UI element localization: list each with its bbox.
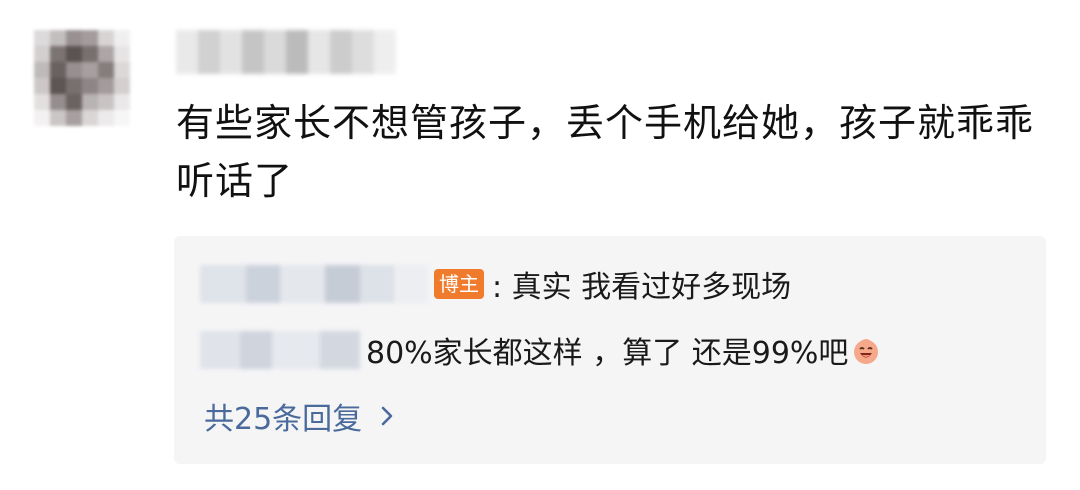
username-blurred[interactable]	[176, 30, 396, 74]
reply-author-blurred[interactable]	[200, 265, 428, 303]
laughing-face-icon	[854, 339, 879, 364]
comment-text: 有些家长不想管孩子，丢个手机给她，孩子就乖乖听话了	[176, 101, 1035, 203]
reply-item[interactable]: 80%家长都这样 ，算了 还是99%吧	[200, 328, 882, 372]
chevron-right-icon	[381, 406, 393, 426]
author-badge: 博主	[434, 269, 484, 299]
more-replies-label[interactable]: 共25条回复	[204, 394, 362, 438]
avatar[interactable]	[34, 30, 130, 126]
reply-text: 80%家长都这样 ，算了 还是99%吧	[366, 336, 849, 371]
reply-item[interactable]: 博主 : 真实 我看过好多现场	[200, 262, 791, 306]
reply-author-blurred[interactable]	[200, 331, 360, 369]
reply-box[interactable]: 博主 : 真实 我看过好多现场 80%家长都这样 ，算了 还是99%吧 共25条…	[174, 236, 1046, 464]
reply-text: : 真实 我看过好多现场	[492, 270, 792, 305]
more-replies-link[interactable]: 共25条回复	[204, 394, 398, 438]
